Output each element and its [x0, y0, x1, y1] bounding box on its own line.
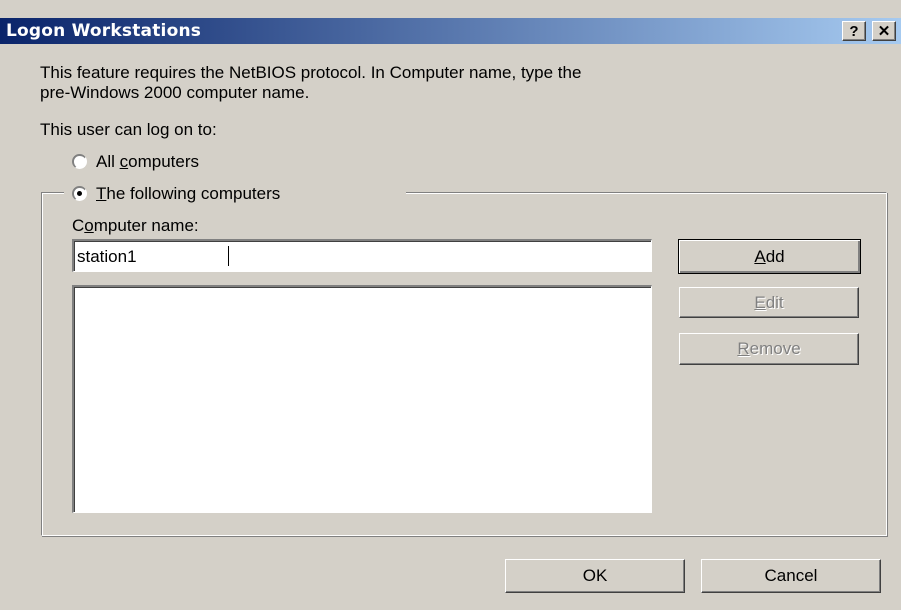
computer-list[interactable]: [72, 285, 652, 513]
computer-name-label-pre: C: [72, 216, 85, 235]
ok-button[interactable]: OK: [505, 559, 685, 593]
description-line-2: pre-Windows 2000 computer name.: [40, 83, 310, 102]
following-computers-radio[interactable]: [72, 186, 87, 201]
logon-workstations-dialog: Logon Workstations ? ✕ This feature requ…: [0, 0, 901, 610]
add-label-rest: dd: [765, 247, 785, 266]
remove-label-rest: emove: [749, 339, 801, 358]
remove-mnemonic: R: [737, 339, 750, 358]
window-title: Logon Workstations: [6, 21, 202, 41]
computer-name-value: station1: [77, 247, 137, 266]
cancel-button[interactable]: Cancel: [701, 559, 881, 593]
close-button[interactable]: ✕: [872, 21, 896, 41]
edit-button[interactable]: Edit: [679, 287, 859, 318]
all-computers-label-post: omputers: [128, 152, 199, 171]
all-computers-mnemonic: c: [119, 152, 129, 171]
edit-mnemonic: E: [754, 293, 766, 312]
add-button[interactable]: Add: [678, 239, 861, 274]
close-icon: ✕: [877, 23, 891, 40]
description-line-1: This feature requires the NetBIOS protoc…: [40, 63, 582, 82]
following-computers-label-post: he following computers: [106, 184, 281, 203]
following-computers-label[interactable]: The following computers: [96, 184, 280, 204]
remove-button[interactable]: Remove: [679, 333, 859, 365]
all-computers-label-pre: All: [96, 152, 120, 171]
computer-name-input[interactable]: station1: [72, 239, 652, 272]
logon-to-label: This user can log on to:: [40, 120, 217, 139]
computer-name-label-post: mputer name:: [93, 216, 199, 235]
radio-selected-dot: [77, 191, 82, 196]
help-button[interactable]: ?: [842, 21, 866, 41]
computer-name-mnemonic: o: [84, 216, 94, 235]
title-bar[interactable]: Logon Workstations ? ✕: [0, 18, 901, 44]
edit-label-rest: dit: [765, 293, 784, 312]
following-computers-mnemonic: T: [96, 184, 107, 203]
computer-name-label: Computer name:: [72, 216, 199, 236]
text-caret: [228, 246, 229, 266]
all-computers-radio[interactable]: [72, 154, 87, 169]
all-computers-label[interactable]: All computers: [96, 152, 199, 172]
add-mnemonic: A: [754, 247, 766, 266]
